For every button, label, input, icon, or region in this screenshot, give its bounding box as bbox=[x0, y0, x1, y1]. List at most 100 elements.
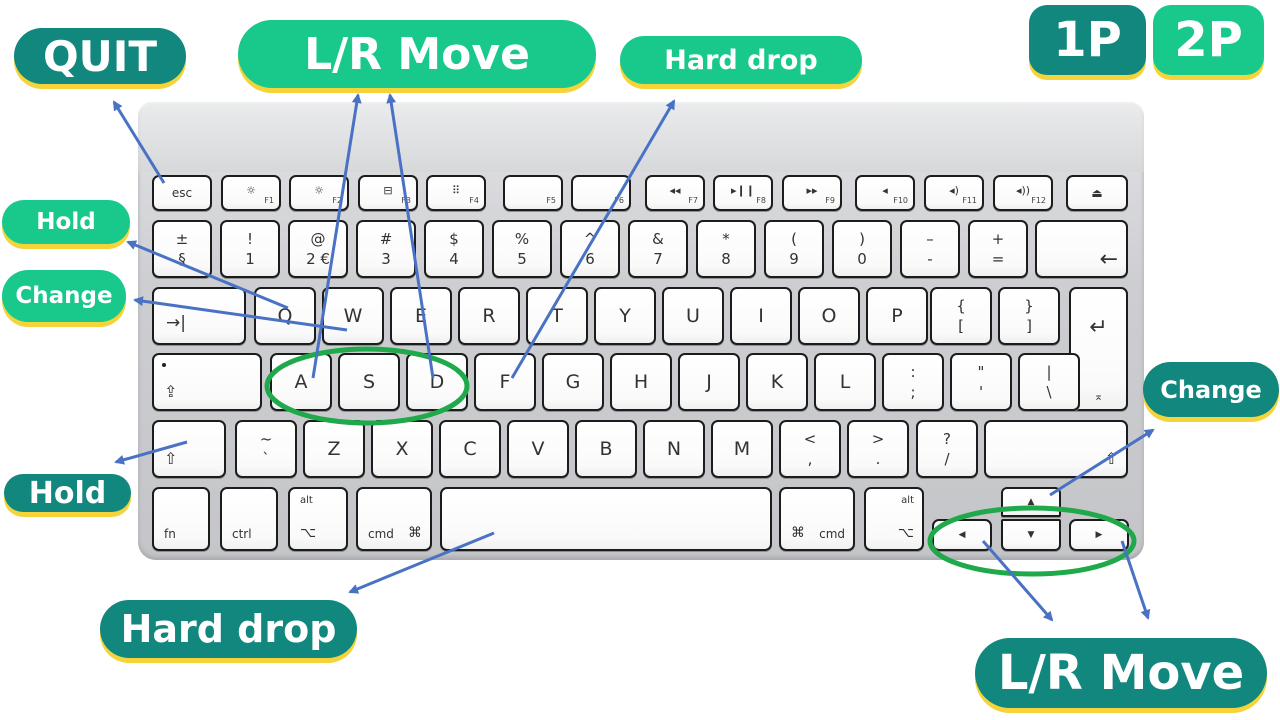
pill-text: Hold bbox=[36, 209, 96, 235]
key-label: fn bbox=[164, 527, 176, 541]
key-w: W bbox=[322, 287, 384, 345]
key-label-top: % bbox=[514, 230, 530, 248]
key-f10: ◂ F10 bbox=[855, 175, 915, 211]
key-label-top: > bbox=[871, 430, 885, 448]
player-2-button[interactable]: 2P bbox=[1153, 5, 1264, 75]
pill-text: Hard drop bbox=[120, 607, 337, 651]
key-label-bottom: ] bbox=[1026, 317, 1032, 335]
key-num-9: (9 bbox=[764, 220, 824, 278]
key-label: Z bbox=[327, 438, 341, 460]
key-label: F10 bbox=[893, 196, 908, 205]
key-u: U bbox=[662, 287, 724, 345]
shift-icon: ⇧ bbox=[164, 449, 178, 468]
key-tilde: ~ ` bbox=[235, 420, 297, 478]
key-eject: ⏏ bbox=[1066, 175, 1128, 211]
command-icon: ⌘ bbox=[791, 525, 805, 541]
key-label-bottom: 7 bbox=[653, 250, 663, 268]
player-1-button[interactable]: 1P bbox=[1029, 5, 1146, 75]
hold-label-bottom: Hold bbox=[4, 474, 131, 512]
key-l: L bbox=[814, 353, 876, 411]
key-arrow-left: ◀ bbox=[932, 519, 992, 551]
key-bracket-left: { [ bbox=[930, 287, 992, 345]
change-label-left: Change bbox=[2, 270, 126, 322]
key-tab: →| bbox=[152, 287, 246, 345]
key-label: ctrl bbox=[232, 527, 252, 541]
pill-text: L/R Move bbox=[304, 28, 530, 80]
key-label: R bbox=[482, 305, 496, 327]
hard-drop-label-top: Hard drop bbox=[620, 36, 862, 84]
caps-indicator bbox=[162, 363, 166, 367]
key-label: F5 bbox=[546, 196, 556, 205]
key-backslash: | \ bbox=[1018, 353, 1080, 411]
key-label-top: ? bbox=[943, 430, 951, 448]
key-label-bottom: [ bbox=[958, 317, 964, 335]
key-num-0: ± § bbox=[152, 220, 212, 278]
key-semicolon: : ; bbox=[882, 353, 944, 411]
arrow-down-icon: ▼ bbox=[1027, 530, 1035, 540]
key-label: X bbox=[395, 438, 409, 460]
key-bracket-right: } ] bbox=[998, 287, 1060, 345]
key-label: M bbox=[733, 438, 751, 460]
key-label: K bbox=[770, 371, 784, 393]
key-label: F4 bbox=[469, 196, 479, 205]
key-arrow-right: ▶ bbox=[1069, 519, 1129, 551]
key-num-12: + = bbox=[968, 220, 1028, 278]
key-t: T bbox=[526, 287, 588, 345]
key-e: E bbox=[390, 287, 452, 345]
key-label-top: : bbox=[910, 363, 916, 381]
key-label: J bbox=[706, 371, 712, 393]
key-label-bottom: 6 bbox=[585, 250, 595, 268]
key-label-top: + bbox=[991, 230, 1005, 248]
key-f11: ◂) F11 bbox=[924, 175, 984, 211]
key-fn: fn bbox=[152, 487, 210, 551]
key-arrow-up: ▲ bbox=[1001, 487, 1061, 517]
key-num-5: % 5 bbox=[492, 220, 552, 278]
key-label-bottom: 9 bbox=[789, 250, 799, 268]
key-label: T bbox=[551, 305, 563, 327]
key-f: F bbox=[474, 353, 536, 411]
key-label-top: * bbox=[722, 230, 730, 248]
key-label: U bbox=[686, 305, 700, 327]
key-label: F11 bbox=[962, 196, 977, 205]
key-label-top: $ bbox=[449, 230, 459, 248]
change-label-right: Change bbox=[1143, 362, 1279, 417]
lr-move-label-bottom: L/R Move bbox=[975, 638, 1267, 708]
key-label: N bbox=[666, 438, 682, 460]
key-label: F bbox=[499, 371, 511, 393]
command-icon: ⌘ bbox=[408, 525, 422, 541]
key-num-2: @2 € bbox=[288, 220, 348, 278]
backspace-icon: ← bbox=[1099, 247, 1118, 272]
key-num-10: ) 0 bbox=[832, 220, 892, 278]
key-f6: F6 bbox=[571, 175, 631, 211]
key-label-bottom: \ bbox=[1046, 383, 1052, 401]
key-quote: " ' bbox=[950, 353, 1012, 411]
key-num-8: * 8 bbox=[696, 220, 756, 278]
pill-text: 2P bbox=[1174, 12, 1243, 68]
key-label: F1 bbox=[264, 196, 274, 205]
key-label-top: – bbox=[926, 230, 934, 248]
hard-drop-label-bottom: Hard drop bbox=[100, 600, 357, 658]
key-label: cmd bbox=[819, 527, 845, 541]
key-label-top: & bbox=[652, 230, 664, 248]
key-label-bottom: 8 bbox=[721, 250, 731, 268]
pill-text: QUIT bbox=[42, 31, 158, 81]
key-label-top: | bbox=[1046, 363, 1052, 381]
key-label: B bbox=[599, 438, 613, 460]
option-icon: ⌥ bbox=[300, 525, 317, 541]
pill-text: 1P bbox=[1053, 12, 1122, 68]
key-label: I bbox=[758, 305, 764, 327]
controls-diagram: esc ☼ F1 ☼ F2 ⊟ F3 ⠿ F4 F5 F6 ◂◂ F7 ▸❙❙ … bbox=[0, 0, 1280, 720]
key-k: K bbox=[746, 353, 808, 411]
key-x: X bbox=[371, 420, 433, 478]
key-label: G bbox=[565, 371, 581, 393]
caps-lock-icon: ⇪ bbox=[164, 382, 178, 401]
key-label-bottom: ` bbox=[262, 450, 270, 468]
key-label: E bbox=[414, 305, 427, 327]
key-label-top: ~ bbox=[259, 430, 273, 448]
key-label: O bbox=[821, 305, 837, 327]
key-label: cmd bbox=[368, 527, 394, 541]
key-label-top: " bbox=[977, 363, 985, 381]
shift-icon: ⇧ bbox=[1104, 449, 1118, 468]
key-num-1: ! 1 bbox=[220, 220, 280, 278]
key-f12: ◂)) F12 bbox=[993, 175, 1053, 211]
